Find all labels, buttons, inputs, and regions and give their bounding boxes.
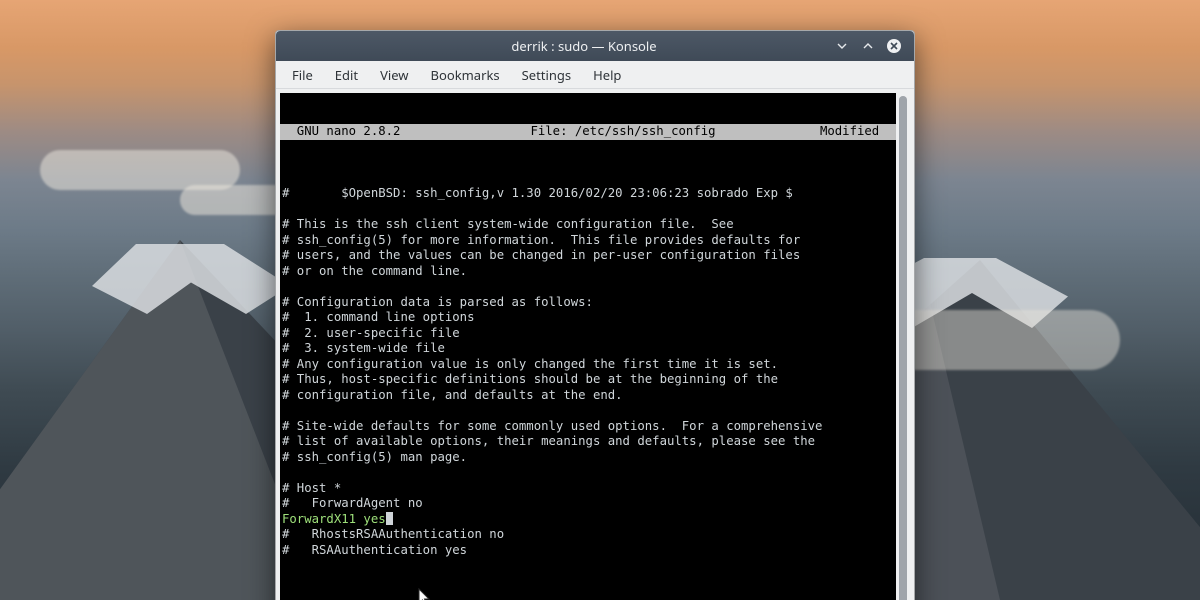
nano-body[interactable]: # $OpenBSD: ssh_config,v 1.30 2016/02/20…: [280, 171, 896, 559]
menu-view[interactable]: View: [370, 63, 418, 87]
nano-version: GNU nano 2.8.2: [282, 124, 432, 140]
nano-header: GNU nano 2.8.2 File: /etc/ssh/ssh_config…: [280, 124, 896, 140]
menu-help[interactable]: Help: [583, 63, 631, 87]
menu-settings[interactable]: Settings: [512, 63, 581, 87]
nano-file: File: /etc/ssh/ssh_config: [432, 124, 814, 140]
desktop-wallpaper: derrik : sudo — Konsole File Edit View B…: [0, 0, 1200, 600]
titlebar[interactable]: derrik : sudo — Konsole: [276, 31, 914, 61]
maximize-icon[interactable]: [858, 36, 878, 56]
menu-edit[interactable]: Edit: [325, 63, 368, 87]
minimize-icon[interactable]: [832, 36, 852, 56]
terminal[interactable]: GNU nano 2.8.2 File: /etc/ssh/ssh_config…: [280, 93, 896, 600]
nano-shortcuts: ^GGet Help^OWrite Out^WWhere Is^KCut Tex…: [280, 589, 896, 600]
menu-bookmarks[interactable]: Bookmarks: [421, 63, 510, 87]
window-title: derrik : sudo — Konsole: [336, 37, 832, 55]
konsole-window: derrik : sudo — Konsole File Edit View B…: [275, 30, 915, 600]
menubar: File Edit View Bookmarks Settings Help: [276, 61, 914, 89]
scrollbar-thumb[interactable]: [899, 96, 907, 600]
close-icon[interactable]: [884, 36, 904, 56]
menu-file[interactable]: File: [282, 63, 323, 87]
scrollbar[interactable]: [896, 93, 910, 600]
nano-modified: Modified: [814, 124, 894, 140]
